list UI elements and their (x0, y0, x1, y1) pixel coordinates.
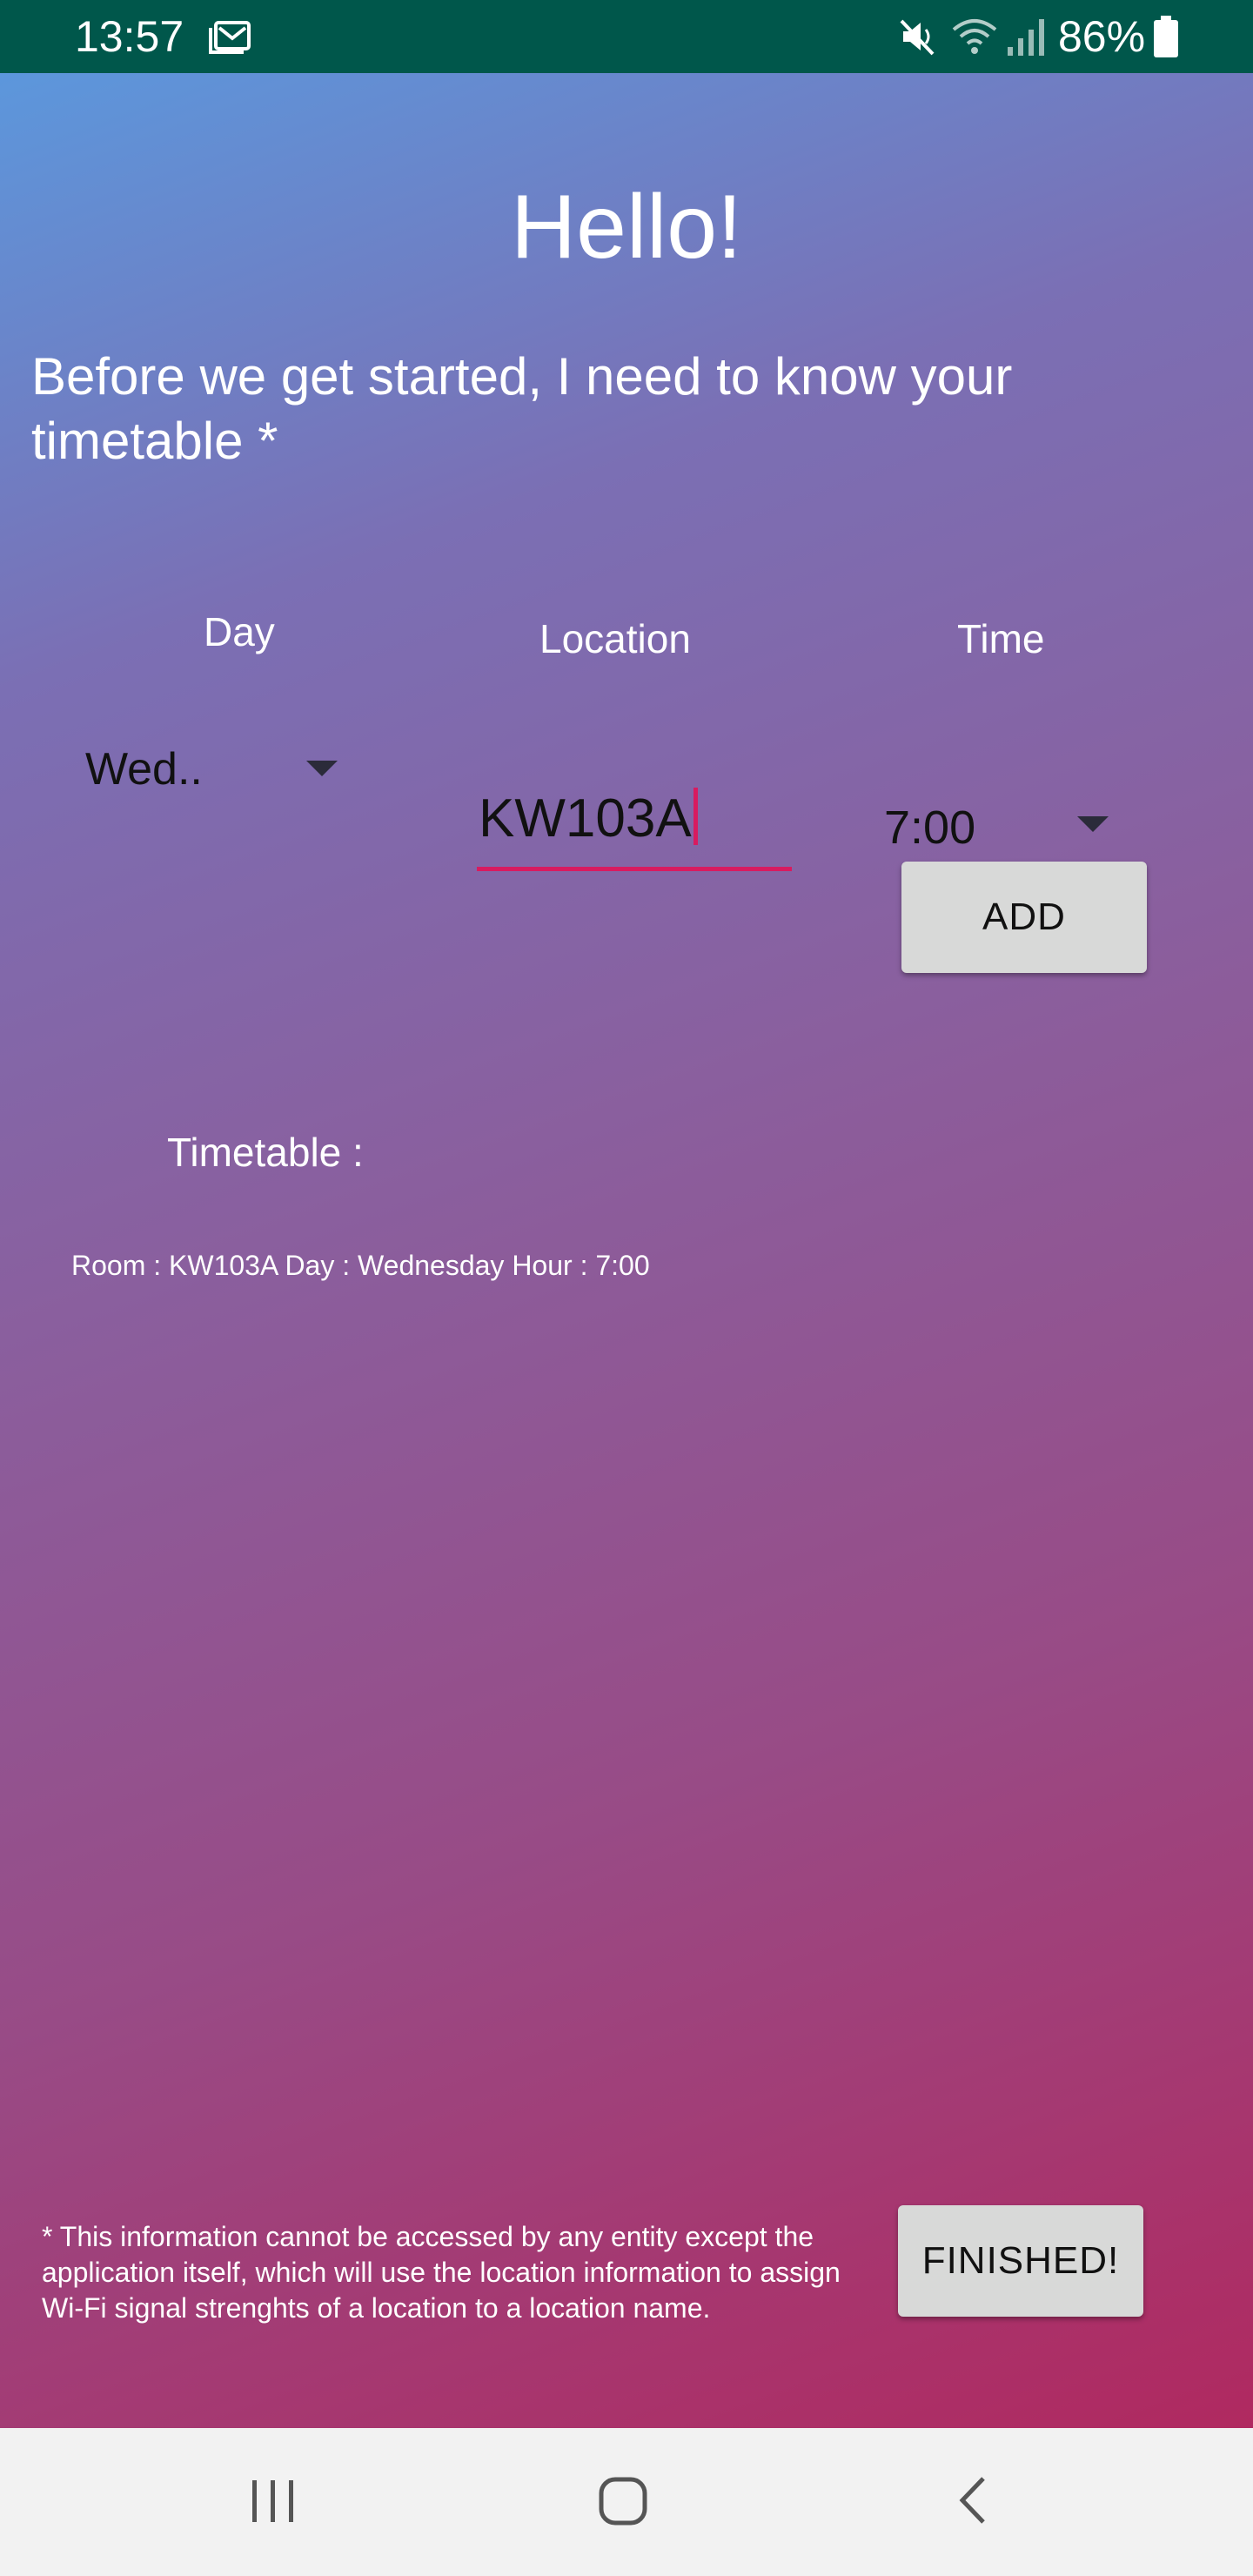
wifi-icon (952, 19, 997, 54)
back-icon[interactable] (954, 2473, 992, 2527)
navigation-bar (0, 2428, 1253, 2576)
mail-icon (209, 21, 251, 54)
time-dropdown-value: 7:00 (884, 802, 976, 854)
timetable-setup-screen: Hello! Before we get started, I need to … (0, 73, 1253, 2428)
text-cursor (693, 788, 698, 845)
timetable-entry: Room : KW103A Day : Wednesday Hour : 7:0… (71, 1250, 650, 1281)
status-bar: 13:57 86% (0, 0, 1253, 73)
privacy-note: * This information cannot be accessed by… (42, 2221, 841, 2324)
page-title: Hello! (511, 177, 742, 278)
day-dropdown-value: Wed.. (85, 744, 203, 795)
add-button[interactable]: ADD (901, 862, 1147, 973)
home-icon[interactable] (597, 2475, 649, 2527)
time-label: Time (957, 616, 1045, 661)
battery-icon (1154, 16, 1178, 57)
day-label: Day (204, 609, 275, 654)
chevron-down-icon (1077, 816, 1109, 832)
intro-text: Before we get started, I need to know yo… (31, 347, 1013, 470)
day-dropdown[interactable]: Wed.. (84, 726, 345, 813)
chevron-down-icon (306, 761, 338, 776)
location-input-value: KW103A (479, 788, 692, 849)
signal-icon (1008, 19, 1044, 56)
timetable-label: Timetable : (167, 1130, 364, 1175)
mute-icon (900, 19, 935, 56)
location-label: Location (539, 616, 691, 661)
location-input[interactable]: KW103A (477, 776, 792, 871)
status-time: 13:57 (75, 12, 184, 61)
finished-button[interactable]: FINISHED! (898, 2205, 1143, 2317)
recents-icon[interactable] (249, 2477, 298, 2526)
battery-percentage: 86% (1058, 12, 1146, 61)
